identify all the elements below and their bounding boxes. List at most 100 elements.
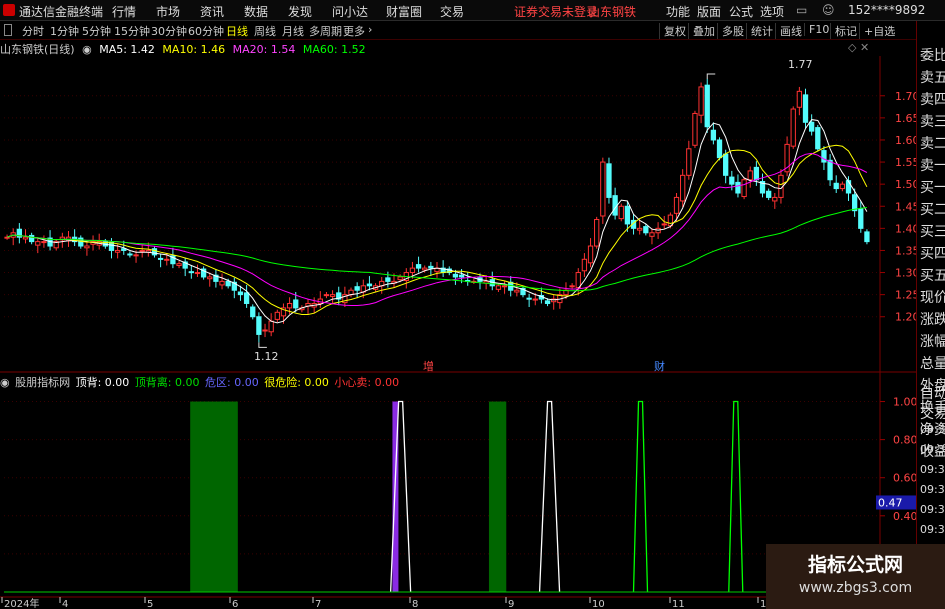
quote-panel-label[interactable]: 卖五 [920,67,945,87]
candle-body [194,272,201,275]
candle-body [207,276,213,280]
candle-body [698,86,704,116]
candle-body [286,302,293,309]
watermark: 指标公式网 www.zbgs3.com [766,544,945,609]
candle-body [35,241,41,246]
candle-body [851,194,858,212]
event-marker-zeng[interactable]: 增 [423,358,434,374]
indicator-danger-zone: 危区: 0.00 [205,376,259,389]
settings-icon[interactable]: ◉ [0,376,10,389]
candle-body [544,300,551,304]
candle-body [526,297,532,300]
candle-body [741,179,747,198]
quote-panel-label[interactable]: 卖四 [920,89,945,109]
candle-body [397,276,403,281]
candle-body [716,139,723,159]
indicator-axis-label: 0.40 [893,510,918,523]
candle-body [225,280,231,287]
candle-body [704,84,710,128]
candle-body [22,236,29,240]
quote-panel-label[interactable]: 现价 [920,287,945,307]
quote-panel-label[interactable]: 卖一 [920,155,945,175]
candle-body [649,232,655,237]
candle-body [532,298,538,301]
candle-body [108,241,115,251]
candle-body [680,174,686,202]
candle-body [575,272,581,289]
candle-body [643,226,649,234]
auto-trade-label[interactable]: 自动 [920,383,945,403]
quote-panel-label[interactable]: 总量 [920,353,945,373]
candle-body [114,249,121,253]
x-axis-label: 5 [147,599,153,609]
candle-body [293,299,299,309]
candle-body [409,267,416,274]
event-marker-cai[interactable]: 财 [654,358,665,374]
candle-body [815,127,821,150]
candle-body [514,289,520,293]
quote-panel-label[interactable]: 涨幅 [920,331,945,351]
candle-body [452,273,459,278]
candle-body [323,294,330,297]
indicator-white-spike [538,400,561,593]
quote-panel-label[interactable]: 卖三 [920,111,945,131]
candle-body [354,286,360,291]
trade-time: 09:39 [920,483,945,496]
candle-body [587,245,594,264]
candle-body [753,166,760,181]
candle-body [250,306,256,318]
quote-panel-label[interactable]: 卖二 [920,133,945,153]
candle-body [790,108,796,147]
quote-panel-label[interactable]: 买一 [920,177,945,197]
candle-body [219,280,225,286]
candle-body [329,294,336,297]
candle-body [833,182,839,190]
candle-body [84,245,90,249]
trade-time: 09:38 [920,423,945,436]
quote-panel-label[interactable]: 买二 [920,199,945,219]
trade-time: 09:39 [920,523,945,536]
candle-body [735,181,741,194]
quote-panel-label[interactable]: 委比 [920,45,945,65]
quote-panel-label[interactable]: 买五 [920,265,945,285]
indicator-top-divergence: 顶背: 0.00 [75,376,130,389]
candle-body [256,316,262,335]
candle-body [428,265,434,269]
quote-panel-label[interactable]: 买四 [920,243,945,263]
indicator-green-spike [728,400,744,593]
candle-body [501,285,508,288]
candle-body [262,329,268,332]
indicator-value-label: 0.47 [878,496,903,509]
candle-body [686,148,692,176]
chart-canvas: 1.701.651.601.551.501.451.401.351.301.25… [0,56,920,609]
candle-body [495,285,502,290]
quote-panel-label[interactable]: 涨跌 [920,309,945,329]
candle-body [692,112,698,146]
candle-body [802,94,809,123]
x-axis-label: 8 [412,599,418,609]
low-annotation: 1.12 [254,350,279,363]
candle-body [188,271,194,274]
candle-body [624,205,631,225]
candle-body [458,274,465,278]
quote-panel-label[interactable]: 买三 [920,221,945,241]
candle-body [78,237,84,247]
candle-body [729,176,735,185]
indicator-green-block [190,401,238,592]
candle-body [139,249,145,252]
indicator-green-spike [632,400,649,593]
candle-body [422,267,428,271]
candle-body [28,234,35,243]
candle-body [618,205,624,220]
ma60-line [6,207,867,292]
auto-trade-label[interactable]: 交易 [920,403,945,423]
candle-body [661,223,667,226]
candle-body [366,283,373,287]
candle-body [581,258,588,272]
indicator-careful-sell: 小心卖: 0.00 [334,376,400,389]
trade-time: 09:38 [920,463,945,476]
indicator-divergence: 顶背离: 0.00 [134,376,200,389]
indicator-axis-label: 0.60 [893,472,918,485]
indicator-very-dangerous: 很危险: 0.00 [264,376,329,389]
candle-body [243,292,250,304]
